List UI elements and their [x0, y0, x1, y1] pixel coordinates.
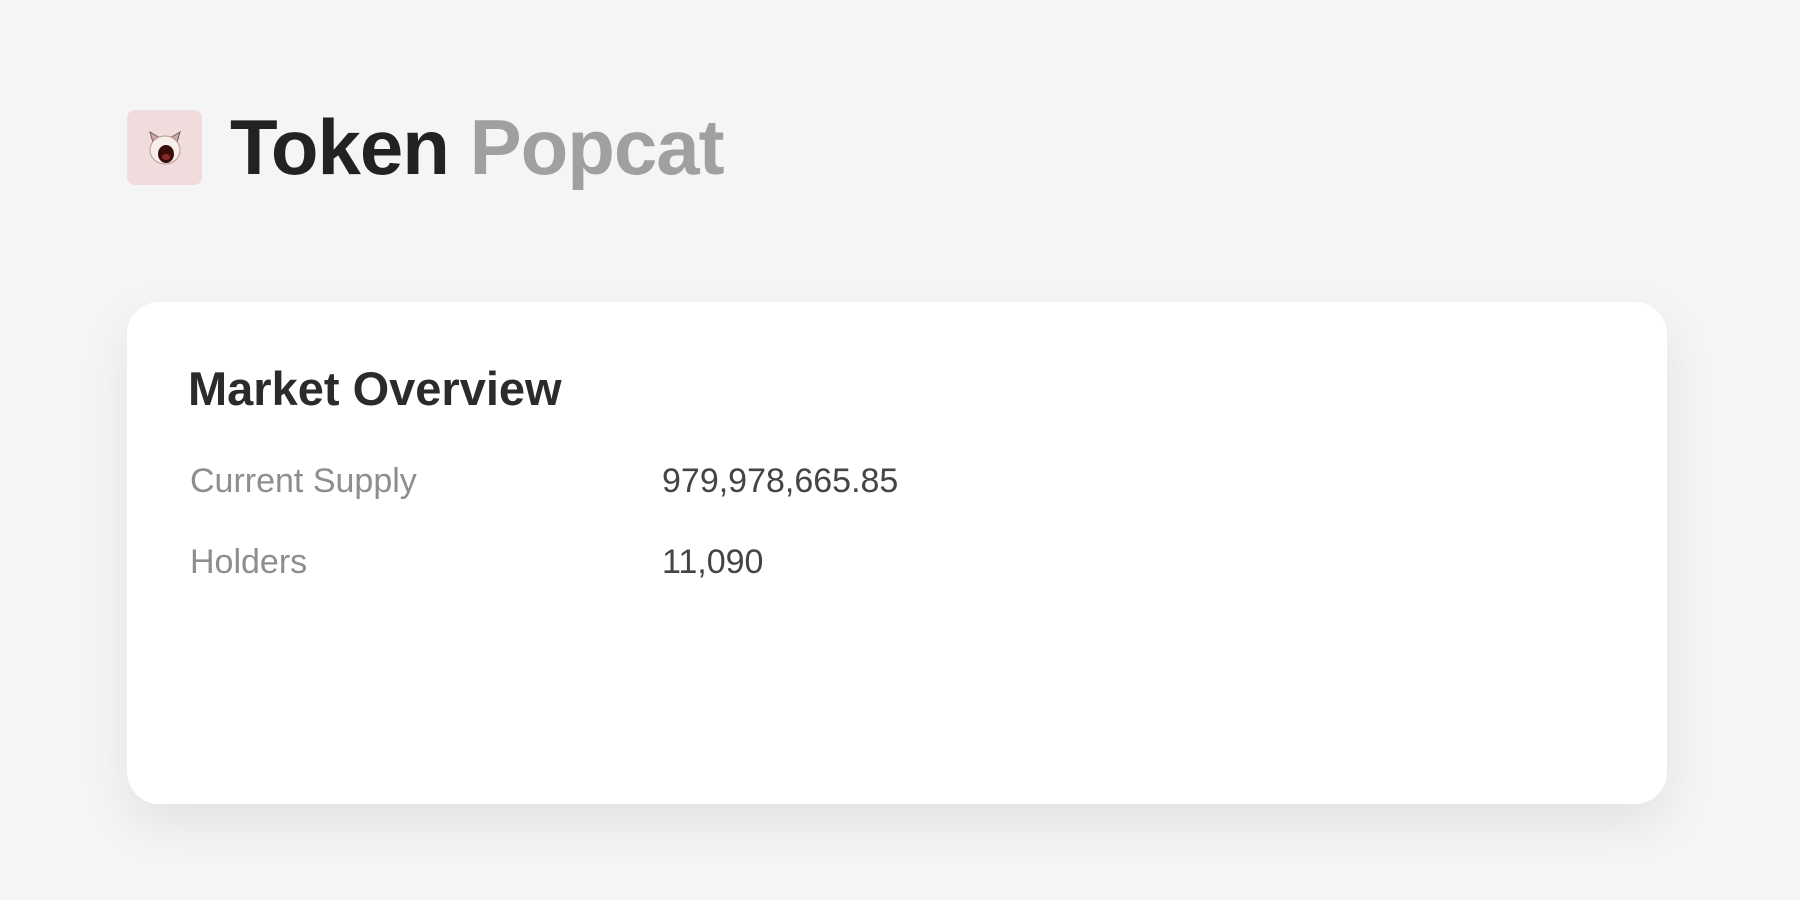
popcat-token-icon	[127, 109, 202, 185]
holders-label: Holders	[190, 543, 308, 581]
current-supply-row: Current Supply 979,978,665.85	[190, 464, 898, 498]
holders-value: 11,090	[662, 543, 764, 581]
cat-face-icon	[148, 130, 181, 165]
current-supply-label: Current Supply	[190, 462, 417, 500]
holders-row: Holders 11,090	[190, 545, 763, 579]
current-supply-value: 979,978,665.85	[662, 462, 899, 500]
page-header: Token Popcat	[127, 108, 725, 186]
market-overview-card: Market Overview Current Supply 979,978,6…	[127, 302, 1667, 804]
card-title: Market Overview	[188, 362, 562, 415]
page-title: Token Popcat	[230, 108, 725, 186]
title-prefix: Token	[230, 103, 450, 191]
token-name: Popcat	[469, 103, 725, 191]
